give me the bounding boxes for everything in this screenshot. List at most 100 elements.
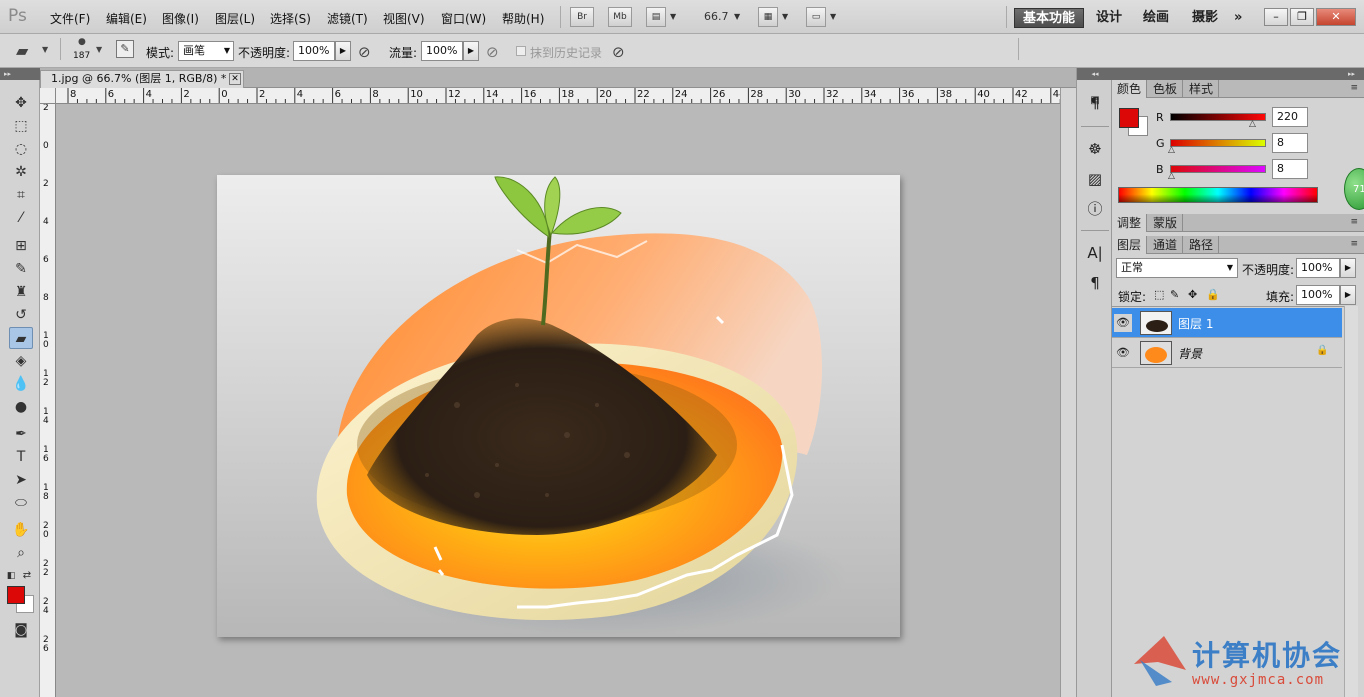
hand-tool-icon[interactable]: ✋ xyxy=(9,519,33,541)
quick-selection-tool-icon[interactable]: ✲ xyxy=(9,161,33,183)
swap-colors-icon[interactable]: ⇄ xyxy=(20,565,34,587)
slider-thumb-icon[interactable]: △ xyxy=(1168,171,1175,181)
bridge-button[interactable]: Br xyxy=(570,7,594,27)
slider-thumb-icon[interactable]: △ xyxy=(1249,119,1256,129)
color-spectrum-ramp[interactable] xyxy=(1118,187,1318,203)
screen-mode-icon[interactable]: ▭ xyxy=(806,7,826,27)
lock-transparent-icon[interactable]: ⬚ xyxy=(1154,288,1164,301)
ruler-origin[interactable] xyxy=(40,88,56,104)
fill-arrow[interactable]: ▶ xyxy=(1340,285,1356,305)
minibridge-button[interactable]: Mb xyxy=(608,7,632,27)
airbrush-icon[interactable]: ⊘ xyxy=(486,43,499,61)
menu-select[interactable]: 选择(S) xyxy=(270,10,311,27)
workspace-design[interactable]: 设计 xyxy=(1096,8,1122,28)
ellipse-tool-icon[interactable]: ⬭ xyxy=(9,492,33,514)
paint-bucket-tool-icon[interactable]: ◈ xyxy=(9,350,33,372)
menu-filter[interactable]: 滤镜(T) xyxy=(327,10,368,27)
document-tab[interactable]: 1.jpg @ 66.7% (图层 1, RGB/8) * ✕ xyxy=(40,70,244,88)
tab-layers[interactable]: 图层 xyxy=(1112,236,1148,254)
path-selection-tool-icon[interactable]: ➤ xyxy=(9,469,33,491)
eyedropper-tool-icon[interactable]: ⁄ xyxy=(9,207,33,229)
layer-row[interactable]: 👁 背景 🔒 xyxy=(1112,338,1342,368)
menu-file[interactable]: 文件(F) xyxy=(50,10,90,27)
blend-mode-select[interactable]: 正常 ▼ xyxy=(1116,258,1238,278)
default-colors-icon[interactable]: ◧ xyxy=(4,565,18,587)
dodge-tool-icon[interactable]: ● xyxy=(9,396,33,418)
chevron-down-icon[interactable]: ▼ xyxy=(42,45,48,54)
extras-icon[interactable]: ▤ xyxy=(646,7,666,27)
tools-panel-collapse-icon[interactable]: ▸▸ xyxy=(0,68,40,80)
chevron-down-icon[interactable]: ▼ xyxy=(96,45,102,54)
tab-paths[interactable]: 路径 xyxy=(1184,236,1220,254)
pressure-size-icon[interactable]: ⊘ xyxy=(612,43,625,61)
zoom-level[interactable]: 66.7 xyxy=(704,10,729,23)
channel-g-slider[interactable] xyxy=(1170,139,1266,147)
minimize-button[interactable]: – xyxy=(1264,8,1288,26)
histogram-icon[interactable]: ▨ xyxy=(1083,168,1107,190)
eye-icon[interactable]: 👁 xyxy=(1114,314,1132,332)
tab-masks[interactable]: 蒙版 xyxy=(1148,214,1184,232)
close-icon[interactable]: ✕ xyxy=(229,73,241,85)
info-icon[interactable]: ⓘ xyxy=(1083,198,1107,220)
quick-mask-icon[interactable]: ◙ xyxy=(9,619,33,641)
brush-tool-icon[interactable]: ✎ xyxy=(9,258,33,280)
menu-view[interactable]: 视图(V) xyxy=(383,10,425,27)
pen-tool-icon[interactable]: ✒ xyxy=(9,423,33,445)
tab-adjustments[interactable]: 调整 xyxy=(1112,214,1148,232)
clone-stamp-tool-icon[interactable]: ♜ xyxy=(9,281,33,303)
crop-tool-icon[interactable]: ⌗ xyxy=(9,184,33,206)
slider-thumb-icon[interactable]: △ xyxy=(1168,145,1175,155)
workspace-painting[interactable]: 绘画 xyxy=(1143,8,1169,28)
lock-all-icon[interactable]: 🔒 xyxy=(1206,288,1220,301)
chevron-down-icon[interactable]: ▼ xyxy=(734,12,740,21)
erase-history-checkbox[interactable] xyxy=(516,46,526,56)
character-panel-icon[interactable]: A| xyxy=(1083,242,1107,264)
tab-color[interactable]: 颜色 xyxy=(1112,80,1148,98)
healing-brush-tool-icon[interactable]: ⊞ xyxy=(9,235,33,257)
tab-styles[interactable]: 样式 xyxy=(1184,80,1220,98)
workspace-photography[interactable]: 摄影 xyxy=(1192,8,1218,28)
document-canvas[interactable] xyxy=(217,175,900,637)
lock-image-icon[interactable]: ✎ xyxy=(1170,288,1179,301)
menu-image[interactable]: 图像(I) xyxy=(162,10,199,27)
eye-icon[interactable]: 👁 xyxy=(1116,346,1130,359)
foreground-color-front[interactable] xyxy=(7,586,25,604)
more-workspaces-button[interactable]: » xyxy=(1234,8,1242,28)
tab-channels[interactable]: 通道 xyxy=(1148,236,1184,254)
opacity-input[interactable]: 100% xyxy=(293,41,335,61)
tab-swatches[interactable]: 色板 xyxy=(1148,80,1184,98)
menu-help[interactable]: 帮助(H) xyxy=(502,10,544,27)
channel-b-input[interactable]: 8 xyxy=(1272,159,1308,179)
panels-collapse-icon[interactable]: ▸▸ xyxy=(1112,68,1364,80)
history-brush-tool-icon[interactable]: ↺ xyxy=(9,304,33,326)
navigator-icon[interactable]: ☸ xyxy=(1083,138,1107,160)
pressure-opacity-icon[interactable]: ⊘ xyxy=(358,43,371,61)
flow-input[interactable]: 100% xyxy=(421,41,463,61)
close-button[interactable]: ✕ xyxy=(1316,8,1356,26)
move-tool-icon[interactable]: ✥ xyxy=(9,92,33,114)
channel-b-slider[interactable] xyxy=(1170,165,1266,173)
restore-button[interactable]: ❐ xyxy=(1290,8,1314,26)
lock-position-icon[interactable]: ✥ xyxy=(1188,288,1197,301)
brush-panel-icon[interactable]: ✎ xyxy=(116,40,134,58)
mode-select[interactable]: 画笔 ▼ xyxy=(178,41,234,61)
paragraph-panel-icon[interactable]: ¶ xyxy=(1083,272,1107,294)
menu-window[interactable]: 窗口(W) xyxy=(441,10,486,27)
chevron-down-icon[interactable]: ▼ xyxy=(782,12,788,21)
arrange-documents-icon[interactable]: ▦ xyxy=(758,7,778,27)
panel-menu-icon[interactable]: ≡ xyxy=(1350,83,1358,93)
workspace-essentials[interactable]: 基本功能 xyxy=(1014,8,1085,28)
marquee-tool-icon[interactable]: ⬚ xyxy=(9,115,33,137)
canvas-area[interactable] xyxy=(56,104,1060,697)
lasso-tool-icon[interactable]: ◌ xyxy=(9,138,33,160)
zoom-tool-icon[interactable]: ⌕ xyxy=(9,542,33,564)
canvas-vertical-scrollbar[interactable] xyxy=(1060,88,1076,697)
chevron-down-icon[interactable]: ▼ xyxy=(830,12,836,21)
dock-collapse-icon[interactable]: ◂◂ xyxy=(1077,68,1113,80)
panel-foreground-swatch[interactable] xyxy=(1119,108,1139,128)
panel-menu-icon[interactable]: ≡ xyxy=(1350,239,1358,249)
fill-input[interactable]: 100% xyxy=(1296,285,1340,305)
opacity-dropdown-arrow[interactable]: ▶ xyxy=(335,41,351,61)
flow-dropdown-arrow[interactable]: ▶ xyxy=(463,41,479,61)
paragraph-mark-icon[interactable]: ¶ xyxy=(1083,92,1107,114)
